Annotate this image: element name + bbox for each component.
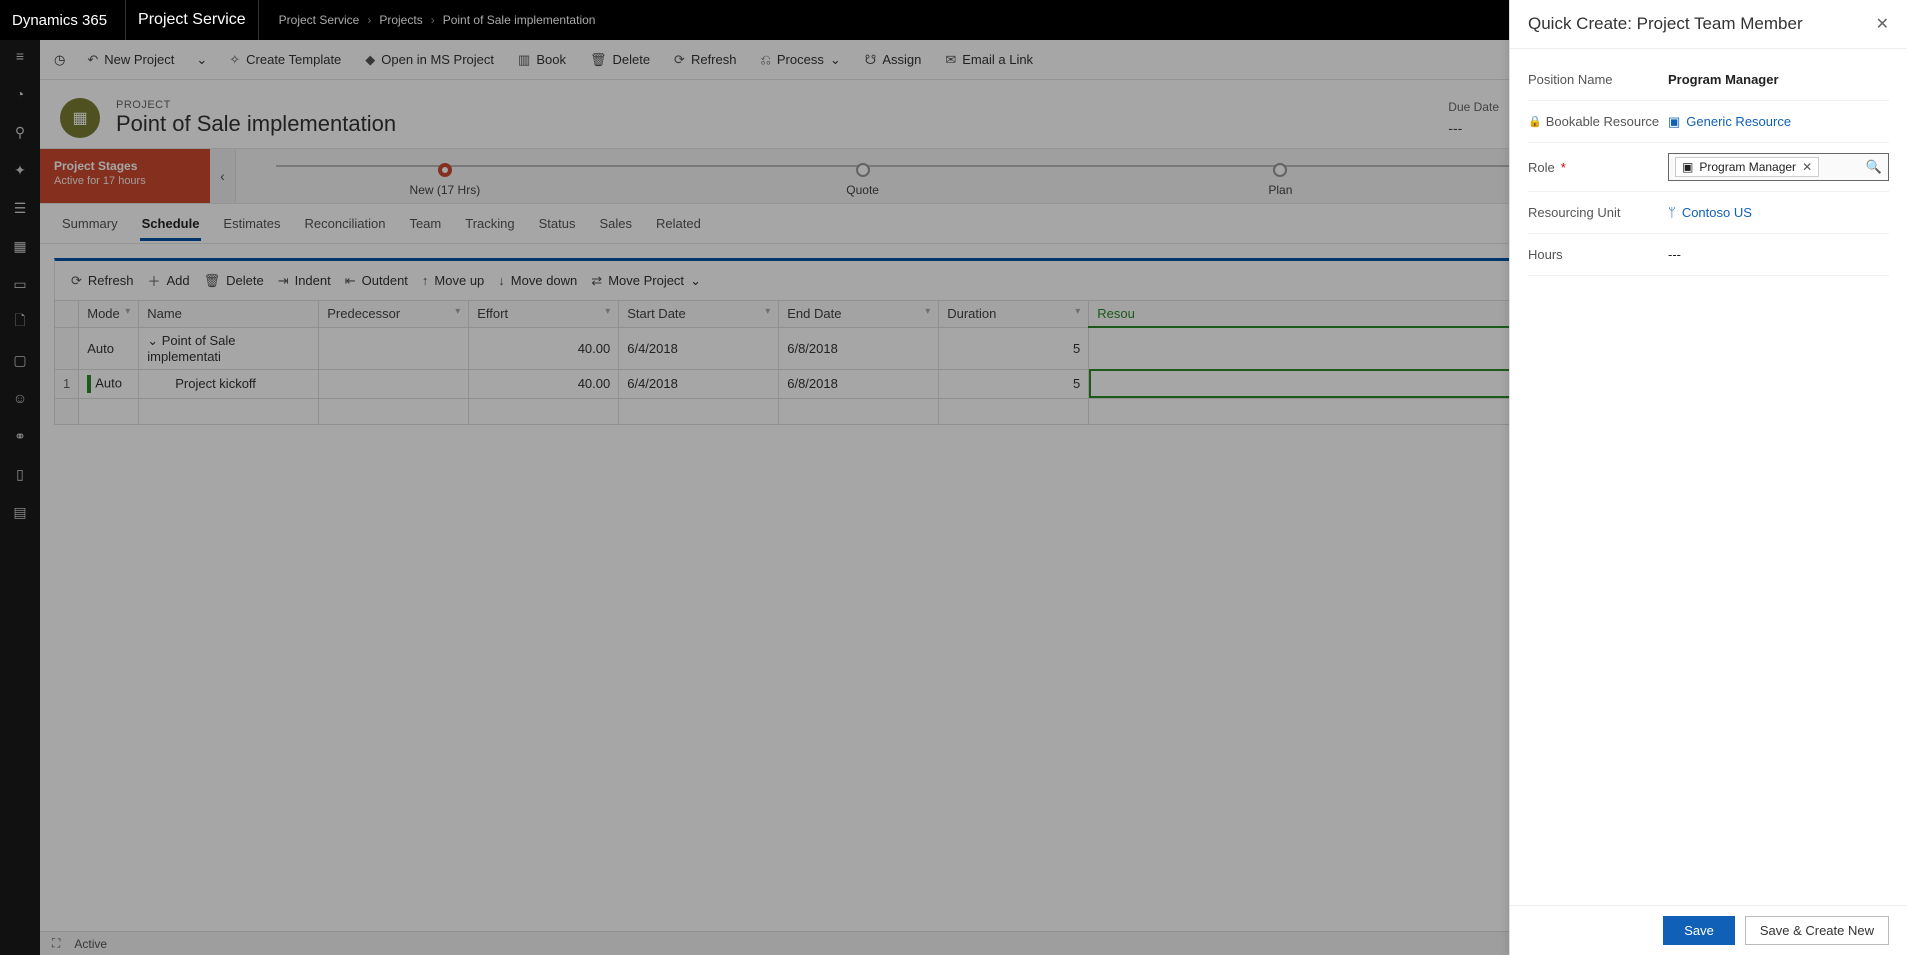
org-icon: ᛘ [1668, 205, 1676, 220]
field-value-link[interactable]: ▣Generic Resource [1668, 114, 1889, 130]
chevron-right-icon: › [431, 13, 435, 27]
field-label: Hours [1528, 247, 1668, 262]
lock-icon: 🔒 [1528, 115, 1542, 128]
report-icon[interactable]: ▤ [10, 502, 30, 522]
chip-label: Program Manager [1699, 160, 1796, 174]
close-icon[interactable]: ✕ [1876, 14, 1889, 34]
module-label[interactable]: Project Service [125, 0, 259, 40]
field-role: Role* ▣ Program Manager ✕ 🔍 [1528, 143, 1889, 192]
panel-title: Quick Create: Project Team Member [1528, 14, 1803, 34]
save-create-new-button[interactable]: Save & Create New [1745, 916, 1889, 945]
person-icon: ▣ [1668, 114, 1680, 130]
role-chip: ▣ Program Manager ✕ [1675, 157, 1819, 177]
recent-icon[interactable]: ◔ [10, 84, 30, 104]
field-bookable-resource: 🔒Bookable Resource ▣Generic Resource [1528, 101, 1889, 143]
ticket-icon[interactable]: ▢ [10, 350, 30, 370]
brand-label: Dynamics 365 [12, 12, 107, 29]
breadcrumb-item[interactable]: Projects [379, 13, 422, 27]
field-label: Role* [1528, 160, 1668, 175]
page-icon[interactable]: 🗋 [10, 312, 30, 332]
field-value-link[interactable]: ᛘContoso US [1668, 205, 1889, 220]
doc-icon[interactable]: ☰ [10, 198, 30, 218]
field-resourcing-unit: Resourcing Unit ᛘContoso US [1528, 192, 1889, 234]
breadcrumb-item[interactable]: Point of Sale implementation [443, 13, 596, 27]
quick-create-body: Position Name Program Manager 🔒Bookable … [1510, 49, 1907, 905]
required-marker: * [1561, 160, 1566, 175]
field-hours: Hours --- [1528, 234, 1889, 276]
field-label: 🔒Bookable Resource [1528, 114, 1668, 129]
remove-chip-icon[interactable]: ✕ [1802, 160, 1812, 174]
person-icon[interactable]: ☺ [10, 388, 30, 408]
field-label: Position Name [1528, 72, 1668, 87]
device-icon[interactable]: ▯ [10, 464, 30, 484]
role-lookup[interactable]: ▣ Program Manager ✕ 🔍 [1668, 153, 1889, 181]
quick-create-panel: Quick Create: Project Team Member ✕ Posi… [1509, 0, 1907, 955]
field-position-name: Position Name Program Manager [1528, 59, 1889, 101]
chevron-right-icon: › [367, 13, 371, 27]
hamburger-icon[interactable]: ≡ [10, 46, 30, 66]
calendar-icon[interactable]: ▦ [10, 236, 30, 256]
quick-create-footer: Save Save & Create New [1510, 905, 1907, 955]
field-label: Resourcing Unit [1528, 205, 1668, 220]
quick-create-header: Quick Create: Project Team Member ✕ [1510, 0, 1907, 49]
folder-icon[interactable]: ▭ [10, 274, 30, 294]
breadcrumb-item[interactable]: Project Service [279, 13, 360, 27]
sitemap-rail: ≡ ◔ ⚲ ✦ ☰ ▦ ▭ 🗋 ▢ ☺ ⚭ ▯ ▤ [0, 40, 40, 955]
pin-icon[interactable]: ⚲ [10, 122, 30, 142]
role-icon: ▣ [1682, 160, 1693, 174]
field-value[interactable]: Program Manager [1668, 72, 1889, 87]
search-icon[interactable]: 🔍 [1866, 159, 1882, 175]
save-button[interactable]: Save [1663, 916, 1735, 945]
field-value[interactable]: --- [1668, 247, 1889, 262]
org-icon[interactable]: ⚭ [10, 426, 30, 446]
nav-icon[interactable]: ✦ [10, 160, 30, 180]
breadcrumb: Project Service › Projects › Point of Sa… [279, 13, 596, 27]
